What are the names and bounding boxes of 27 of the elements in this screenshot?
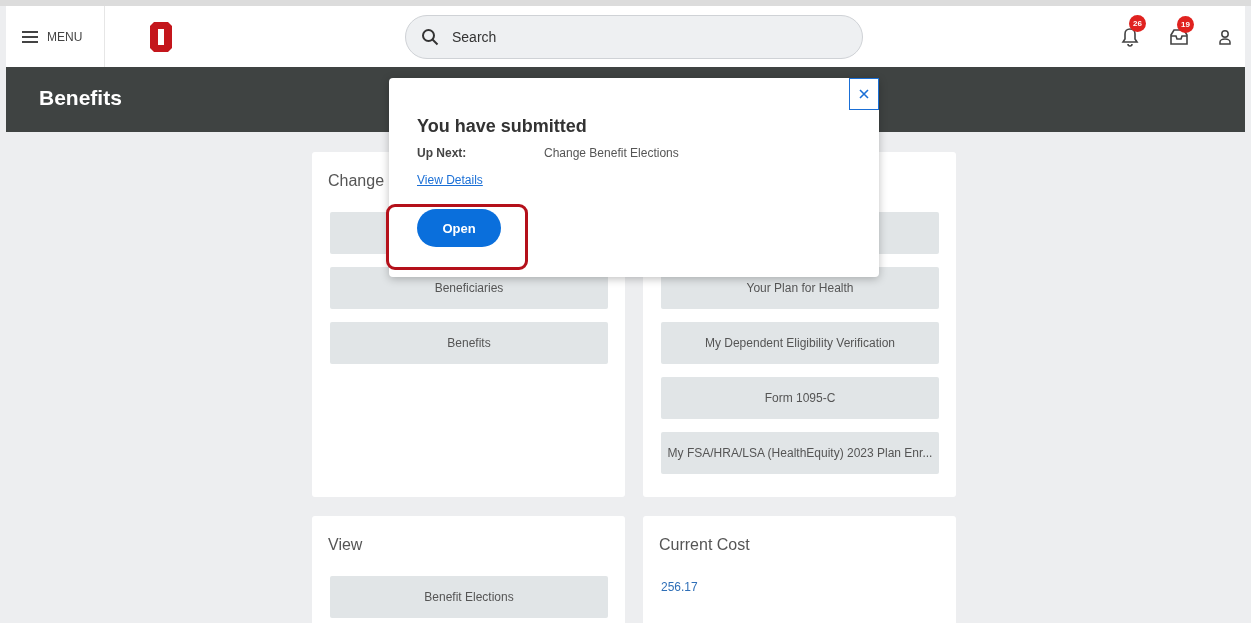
menu-icon (22, 30, 38, 43)
search-icon (421, 27, 439, 46)
menu-button[interactable]: MENU (6, 6, 104, 67)
close-icon (859, 89, 869, 99)
user-icon[interactable] (1219, 28, 1231, 45)
action-button[interactable]: Benefits (330, 322, 608, 364)
popup-title: You have submitted (417, 116, 588, 137)
cost-link[interactable]: 256.17 (661, 580, 939, 594)
open-button[interactable]: Open (417, 209, 501, 247)
inbox-icon[interactable] (1169, 27, 1189, 46)
card-title: Change (328, 171, 385, 191)
action-button[interactable]: My FSA/HRA/LSA (HealthEquity) 2023 Plan Enr... (661, 432, 939, 474)
close-button[interactable] (849, 78, 879, 110)
notification-badge: 26 (1129, 14, 1146, 32)
search-field[interactable]: Search (405, 14, 863, 59)
card-title: Current Cost (659, 535, 750, 555)
action-button[interactable]: My Dependent Eligibility Verification (661, 322, 939, 364)
field-value: Change Benefit Elections (544, 146, 679, 160)
page-title: Benefits (39, 86, 122, 110)
logo-icon[interactable] (150, 21, 172, 52)
field-label: Up Next: (417, 146, 468, 160)
view-details-link[interactable]: View Details (417, 173, 483, 187)
action-button[interactable]: Benefit Elections (330, 576, 608, 618)
bell-icon[interactable] (1121, 26, 1139, 47)
card-title: View (328, 535, 363, 555)
action-button[interactable]: Form 1095-C (661, 377, 939, 419)
notification-badge: 19 (1177, 15, 1194, 33)
